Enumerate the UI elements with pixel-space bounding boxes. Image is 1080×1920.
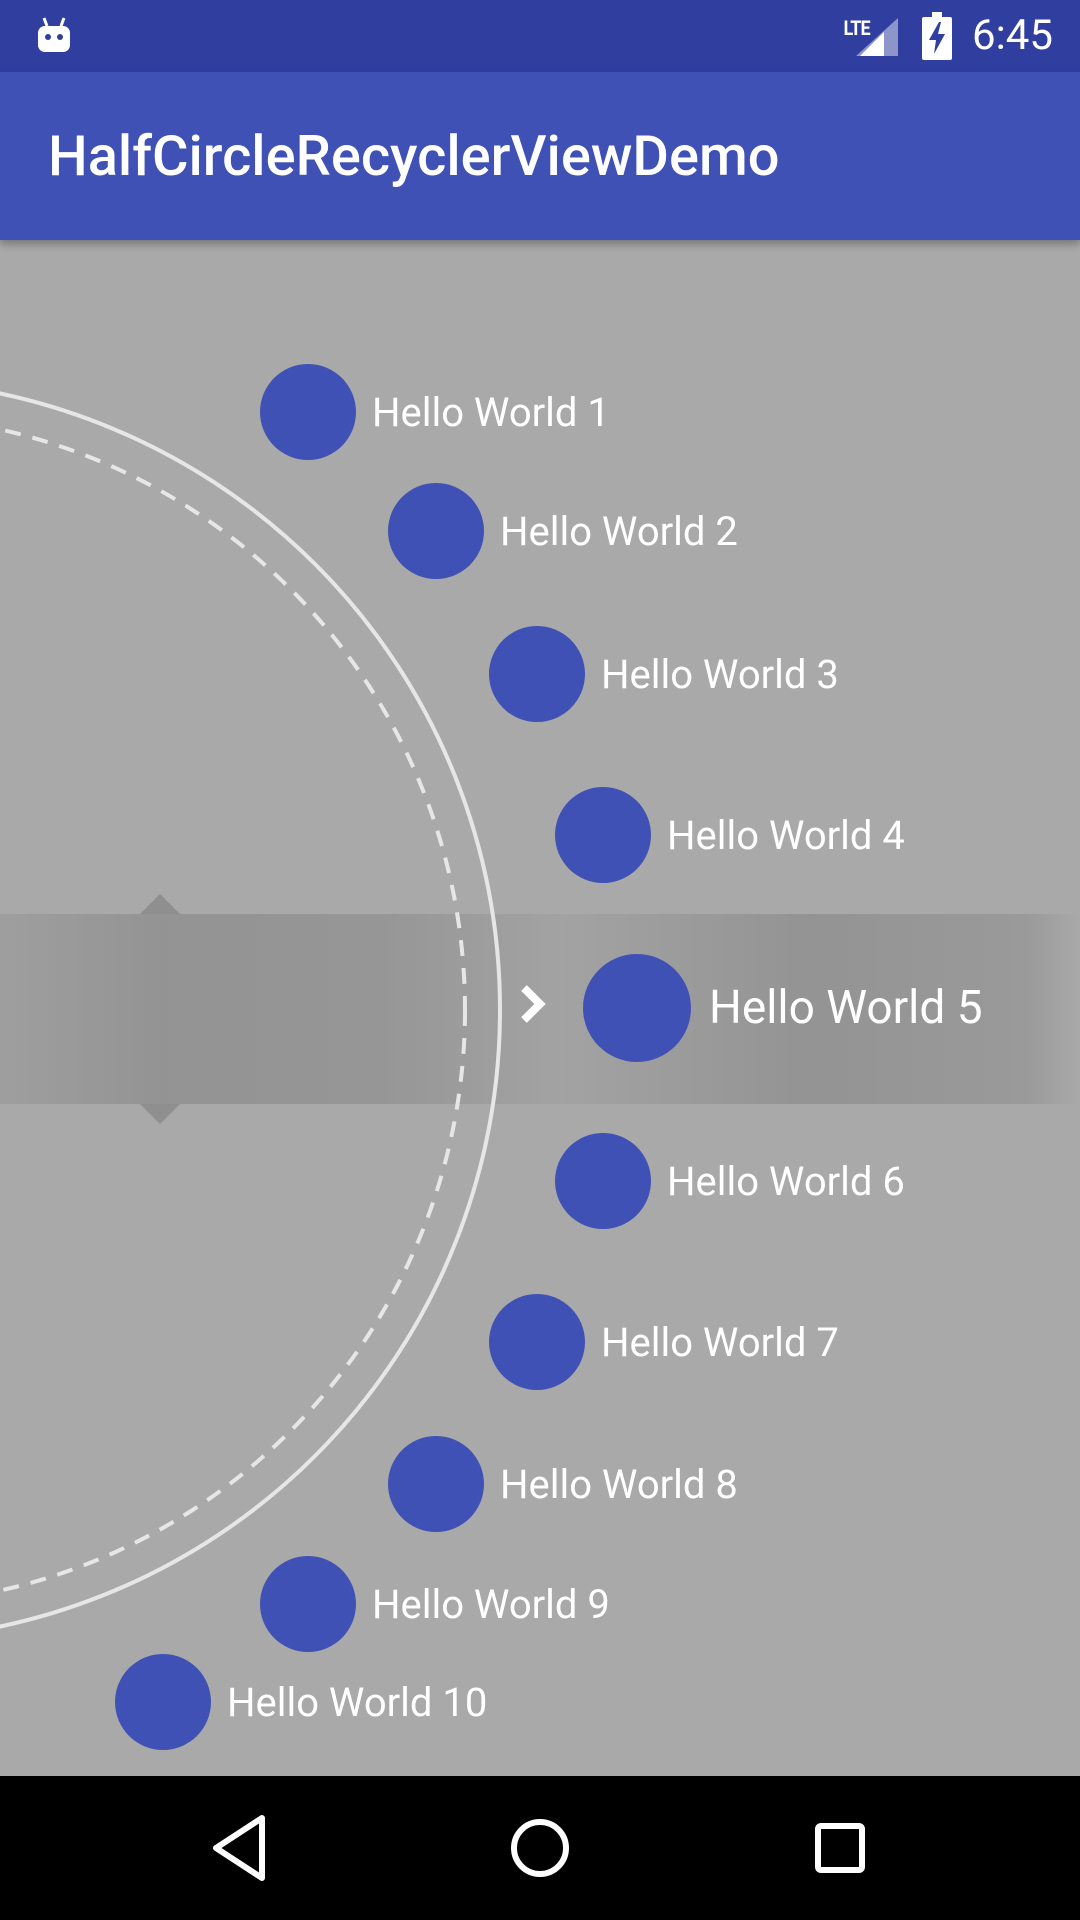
status-bar: LTE 6:45 [0,0,1080,72]
half-circle-list[interactable]: Hello World 1 Hello World 2 Hello World … [0,240,1080,1776]
item-circle [583,954,691,1062]
item-circle [555,787,651,883]
item-label: Hello World 5 [709,981,983,1035]
status-time: 6:45 [972,11,1053,60]
back-icon[interactable] [204,1810,280,1886]
item-circle [388,483,484,579]
list-item[interactable]: Hello World 1 [260,364,610,460]
item-label: Hello World 9 [372,1580,610,1628]
item-label: Hello World 8 [500,1460,738,1508]
list-item[interactable]: Hello World 8 [388,1436,738,1532]
battery-charging-icon [922,12,952,60]
signal-icon [856,18,898,56]
app-title: HalfCircleRecyclerViewDemo [48,123,780,189]
chevron-right-icon [521,985,546,1023]
item-circle [260,1556,356,1652]
navigation-bar [0,1776,1080,1920]
item-label: Hello World 6 [667,1157,905,1205]
android-icon [38,17,70,52]
item-circle [260,364,356,460]
home-icon[interactable] [502,1810,578,1886]
list-item[interactable]: Hello World 4 [555,787,905,883]
list-item-selected[interactable]: Hello World 5 [583,954,983,1062]
list-item[interactable]: Hello World 9 [260,1556,610,1652]
item-circle [489,626,585,722]
item-label: Hello World 7 [601,1318,839,1366]
list-item[interactable]: Hello World 7 [489,1294,839,1390]
item-label: Hello World 4 [667,811,905,859]
list-item[interactable]: Hello World 10 [115,1654,487,1750]
item-label: Hello World 3 [601,650,839,698]
list-item[interactable]: Hello World 6 [555,1133,905,1229]
item-circle [555,1133,651,1229]
list-item[interactable]: Hello World 2 [388,483,738,579]
item-circle [388,1436,484,1532]
recents-icon[interactable] [802,1810,878,1886]
list-item[interactable]: Hello World 3 [489,626,839,722]
item-label: Hello World 1 [372,388,610,436]
item-circle [115,1654,211,1750]
item-label: Hello World 2 [500,507,738,555]
item-circle [489,1294,585,1390]
app-bar: HalfCircleRecyclerViewDemo [0,72,1080,240]
item-label: Hello World 10 [227,1678,488,1726]
